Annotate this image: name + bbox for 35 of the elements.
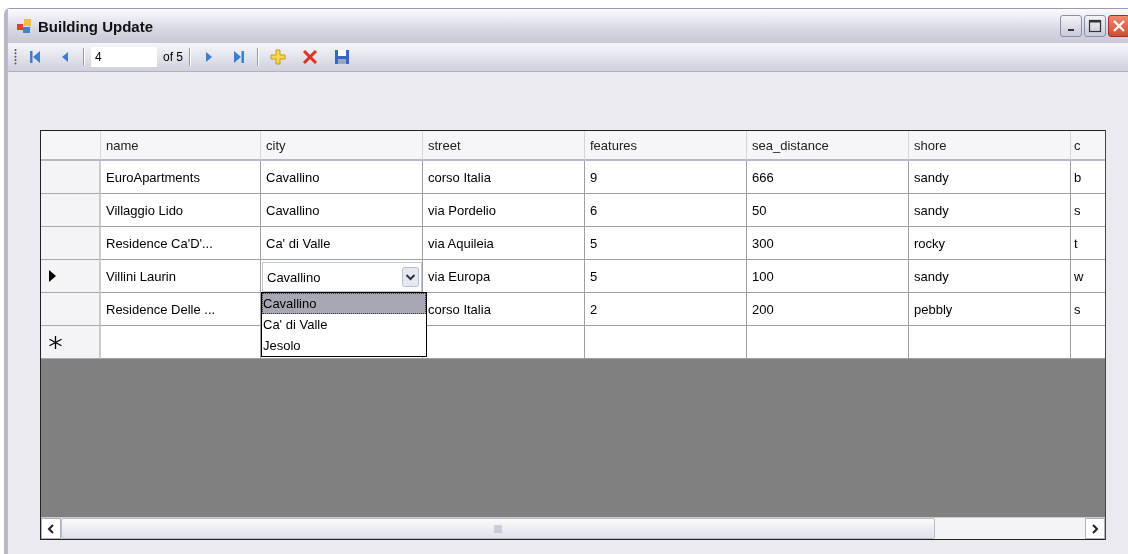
table-cell: corso Italia — [423, 161, 585, 194]
table-cell: via Europa — [423, 260, 585, 293]
table-cell: Ca' di Valle — [261, 227, 423, 260]
table-cell: sandy — [909, 161, 1071, 194]
table-cell: pebbly — [909, 293, 1071, 326]
table-cell: corso Italia — [423, 293, 585, 326]
table-cell: 5 — [585, 260, 747, 293]
table-cell: w — [1071, 260, 1105, 293]
table-cell: rocky — [909, 227, 1071, 260]
table-cell: Villini Laurin — [101, 260, 261, 293]
table-cell: Cavallino — [261, 161, 423, 194]
table-cell: Residence Ca'D'... — [101, 227, 261, 260]
table-cell: 100 — [747, 260, 909, 293]
table-cell: via Aquileia — [423, 227, 585, 260]
table-cell: s — [1071, 293, 1105, 326]
table-cell: 5 — [585, 227, 747, 260]
table-cell: sandy — [909, 194, 1071, 227]
table-cell: b — [1071, 161, 1105, 194]
table-cell: sandy — [909, 260, 1071, 293]
window-title: Building Update — [38, 17, 154, 35]
table-cell: 6 — [585, 194, 747, 227]
table-cell: 2 — [585, 293, 747, 326]
table-cell: s — [1071, 194, 1105, 227]
table-cell: 666 — [747, 161, 909, 194]
table-cell: Cavallino — [261, 194, 423, 227]
table-cell: EuroApartments — [101, 161, 261, 194]
record-count: of 5 — [163, 50, 183, 64]
table-cell: Villaggio Lido — [101, 194, 261, 227]
table-cell: 50 — [747, 194, 909, 227]
table-cell: Residence Delle ... — [101, 293, 261, 326]
table-cell: 300 — [747, 227, 909, 260]
table-cell: 200 — [747, 293, 909, 326]
table-cell: 9 — [585, 161, 747, 194]
table-cell: t — [1071, 227, 1105, 260]
table-cell: via Pordelio — [423, 194, 585, 227]
